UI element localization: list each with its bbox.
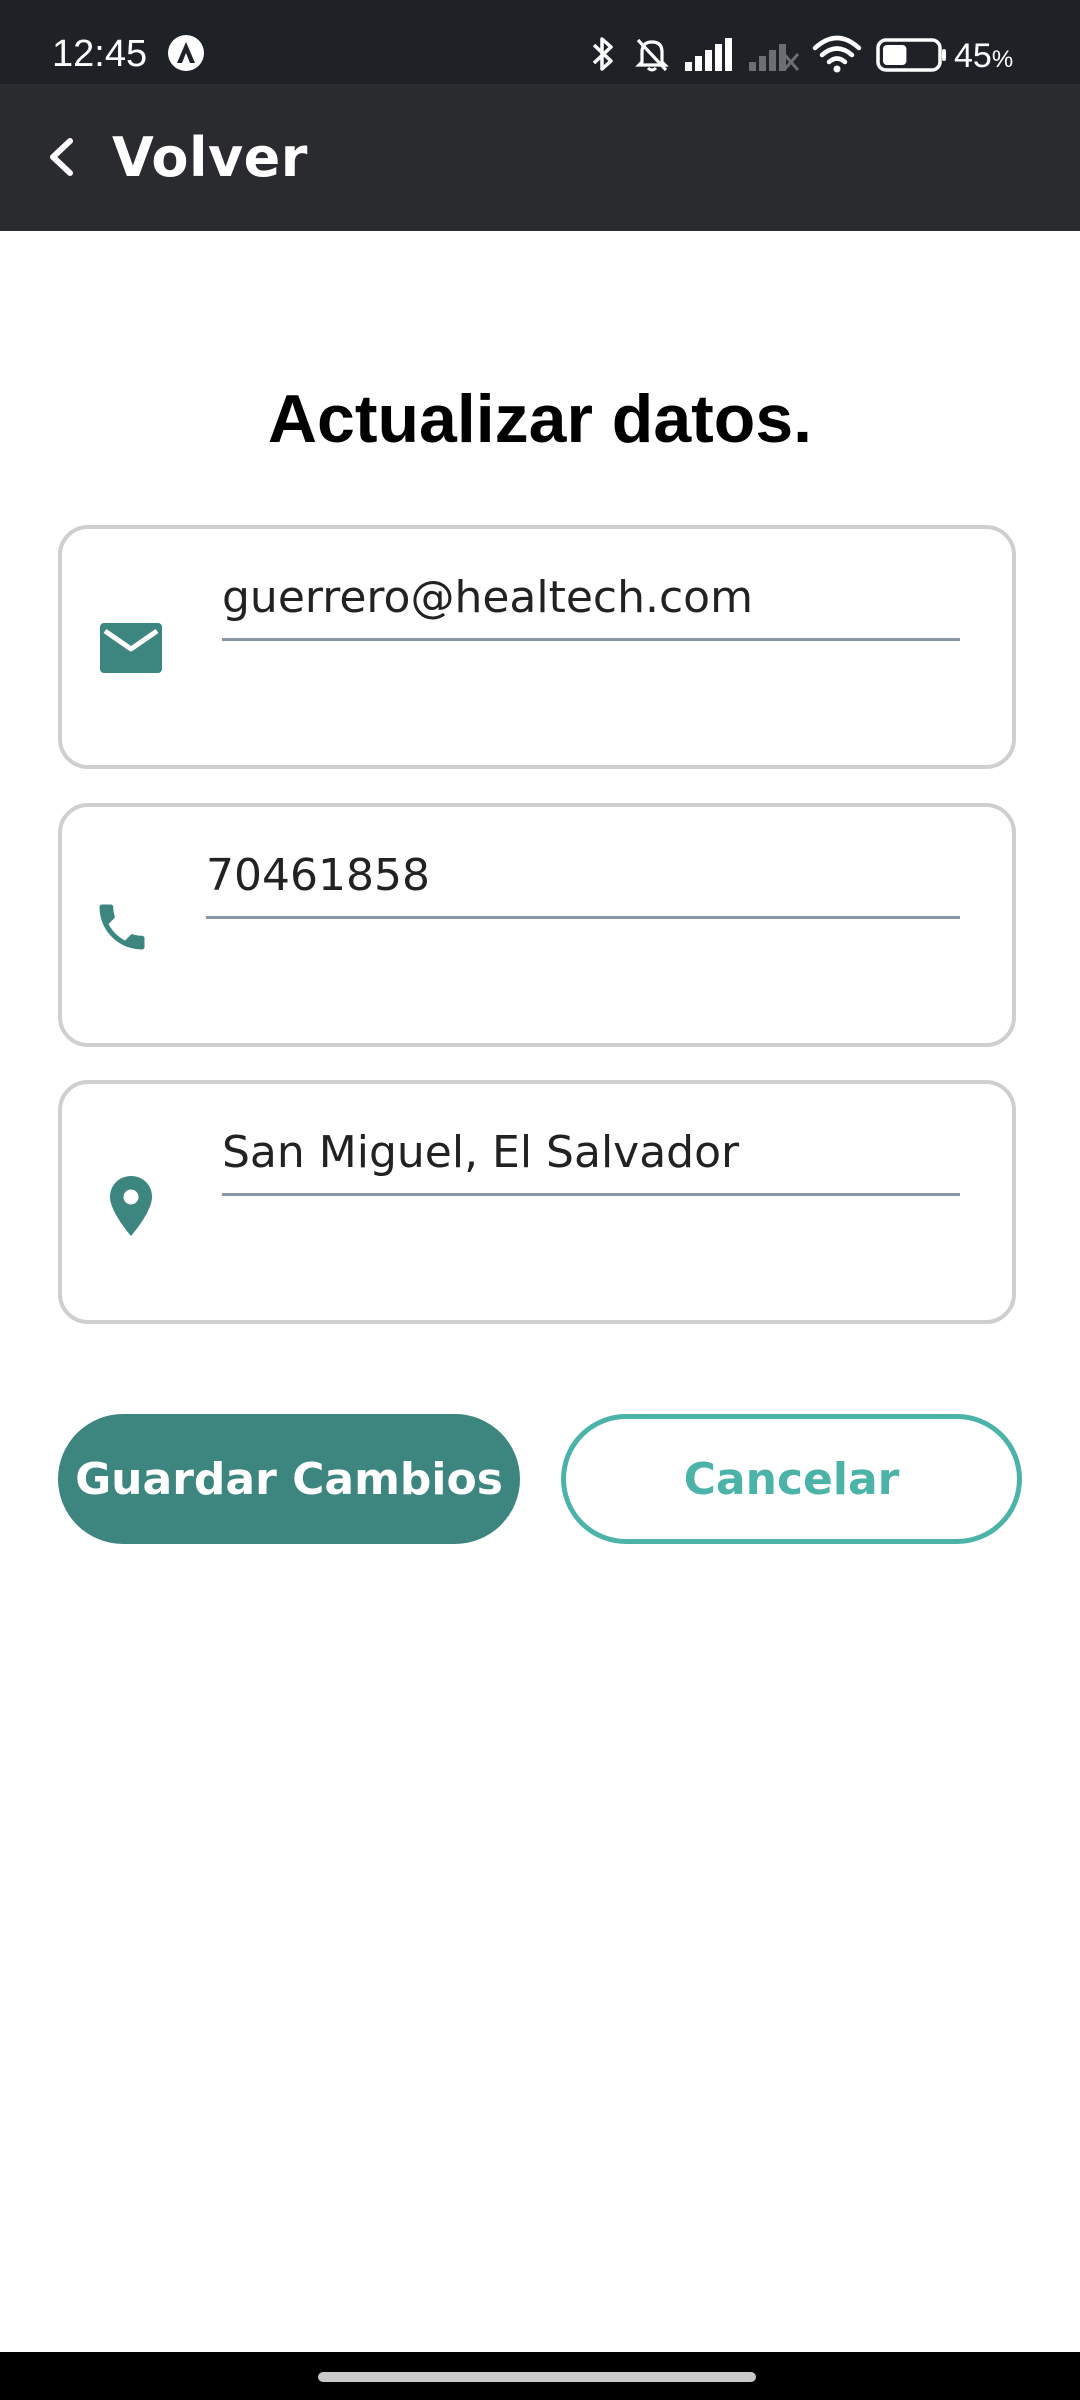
- phone-icon: [99, 904, 145, 950]
- status-time: 12:45: [52, 33, 148, 75]
- wifi-icon: [812, 35, 862, 73]
- app-bar: Volver: [0, 84, 1080, 231]
- home-indicator[interactable]: [318, 2372, 756, 2382]
- email-field[interactable]: [222, 557, 960, 641]
- location-field[interactable]: [222, 1112, 960, 1196]
- back-button[interactable]: Volver: [40, 112, 340, 202]
- phone-field[interactable]: [206, 835, 960, 919]
- save-changes-button[interactable]: Guardar Cambios: [58, 1414, 520, 1544]
- status-bar: 12:45 45%: [0, 0, 1080, 84]
- battery-percent-value: 45: [954, 37, 992, 75]
- bluetooth-icon: [592, 37, 613, 71]
- email-icon: [100, 623, 162, 673]
- battery-icon: [876, 38, 946, 72]
- email-card: [58, 525, 1016, 769]
- back-label: Volver: [112, 125, 308, 189]
- page-title: Actualizar datos.: [267, 381, 813, 457]
- location-pin-icon: [110, 1176, 152, 1236]
- chevron-left-icon: [50, 138, 73, 176]
- signal-off-icon: [749, 44, 800, 71]
- battery-percent-unit: %: [991, 46, 1014, 73]
- app-notification-icon: [168, 35, 204, 71]
- signal-icon: [685, 38, 732, 71]
- cancel-button[interactable]: Cancelar: [561, 1414, 1022, 1544]
- battery-percent: 45%: [954, 36, 1013, 80]
- location-card: [58, 1080, 1016, 1324]
- silent-bell-icon: [635, 38, 669, 72]
- phone-card: [58, 803, 1016, 1047]
- system-navigation-bar: [0, 2352, 1080, 2400]
